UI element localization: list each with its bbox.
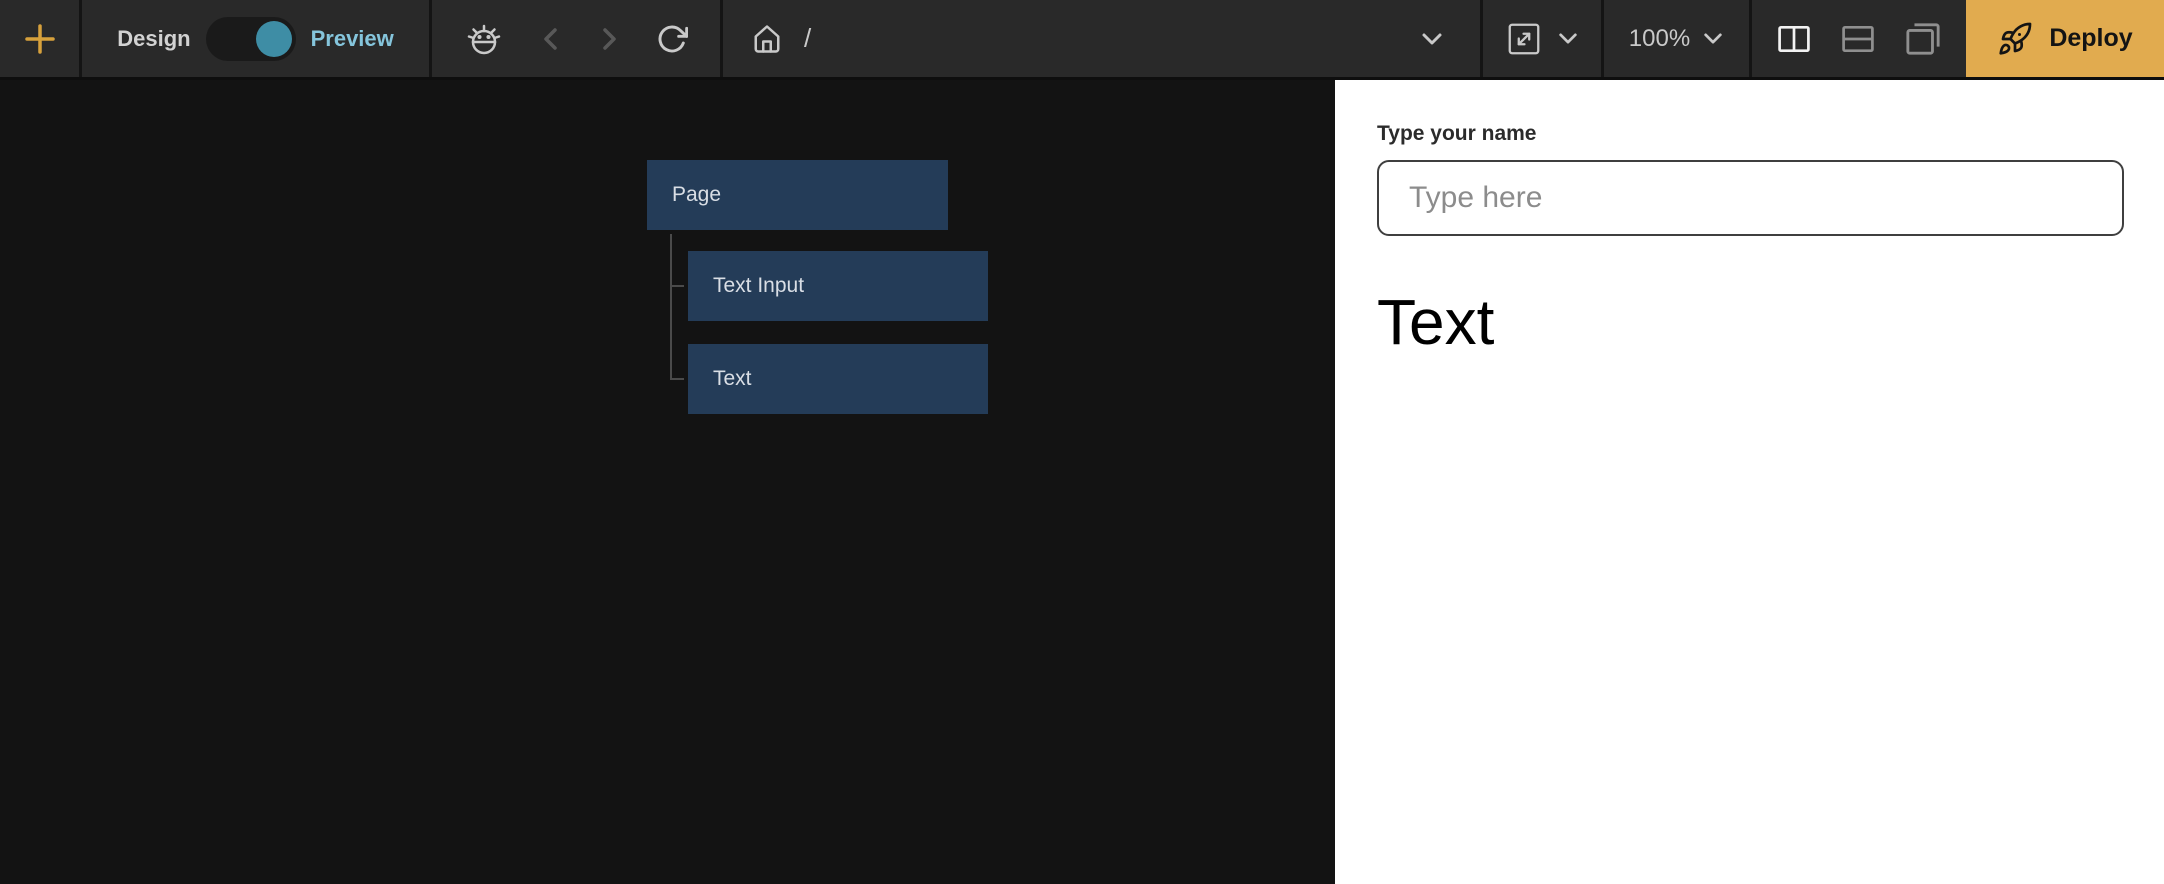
deploy-label: Deploy (2049, 24, 2133, 52)
tree-connector-stub (670, 285, 684, 287)
forward-button-icon[interactable] (599, 27, 619, 51)
app-window: Design Preview / 100% Deploy Page Text I… (0, 0, 2164, 884)
add-component-button[interactable] (0, 0, 82, 77)
chevron-down-icon (1422, 33, 1442, 44)
preview-mode-label[interactable]: Preview (311, 26, 394, 52)
rocket-icon (1999, 22, 2032, 55)
live-preview-panel: Type your name Text (1335, 80, 2164, 884)
preview-text-element: Text (1377, 286, 1495, 358)
tree-node-page[interactable]: Page (647, 160, 948, 230)
fit-view-controls (1483, 0, 1604, 77)
rows-layout-icon[interactable] (1840, 21, 1876, 57)
fullscreen-icon[interactable] (1505, 20, 1543, 58)
toggle-knob (255, 20, 292, 57)
mode-toggle[interactable] (205, 16, 296, 61)
mode-switcher: Design Preview (82, 0, 432, 77)
panel-layout-controls (1752, 0, 1966, 77)
plus-icon (24, 23, 55, 54)
name-field-label: Type your name (1377, 122, 1537, 145)
tree-node-text-input[interactable]: Text Input (688, 251, 988, 321)
tree-node-text[interactable]: Text (688, 344, 988, 414)
component-tree-canvas: Page Text Input Text (0, 80, 1335, 884)
tree-connector-stub (670, 378, 684, 380)
page-path: / (804, 23, 812, 53)
fit-options-chevron-icon[interactable] (1557, 31, 1579, 46)
tree-node-label: Text (713, 367, 752, 390)
design-mode-label[interactable]: Design (117, 26, 190, 52)
deploy-button[interactable]: Deploy (1966, 0, 2164, 77)
zoom-level: 100% (1628, 24, 1691, 52)
page-selector[interactable]: / (723, 0, 1483, 77)
name-input[interactable] (1377, 160, 2124, 236)
floating-window-icon[interactable] (1904, 21, 1942, 57)
back-button-icon[interactable] (541, 27, 561, 51)
zoom-control[interactable]: 100% (1604, 0, 1752, 77)
tree-connector-vertical (670, 234, 672, 380)
bug-icon[interactable] (464, 19, 504, 59)
toolbar: Design Preview / 100% Deploy (0, 0, 2164, 80)
zoom-chevron-icon (1704, 33, 1722, 44)
nav-controls (432, 0, 723, 77)
columns-layout-icon[interactable] (1776, 21, 1812, 57)
tree-node-label: Text Input (713, 274, 805, 297)
refresh-icon[interactable] (656, 23, 688, 55)
home-icon (754, 24, 780, 53)
tree-node-label: Page (672, 183, 722, 206)
